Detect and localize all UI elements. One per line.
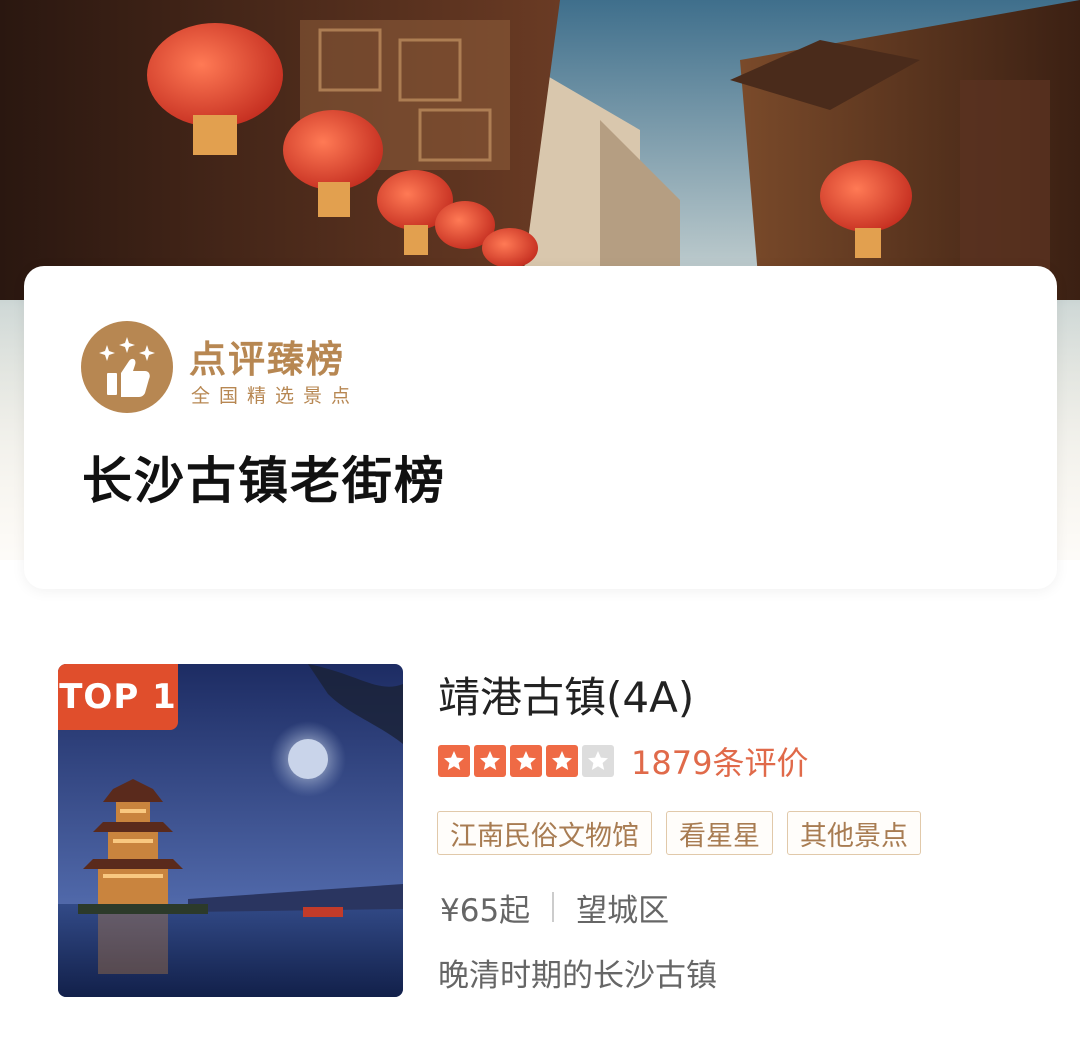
page-title: 长沙古镇老街榜: [82, 452, 446, 510]
meta-row: ¥65起 望城区: [440, 885, 669, 929]
ranking-header-card: 点评臻榜 全国精选景点 长沙古镇老街榜: [24, 266, 1057, 589]
brand-subtitle: 全国精选景点: [191, 385, 360, 407]
item-price: ¥65起: [440, 892, 531, 929]
brand-name: 点评臻榜: [189, 338, 345, 381]
item-title[interactable]: 靖港古镇(4A): [438, 664, 694, 725]
tag-item[interactable]: 看星星: [666, 811, 773, 855]
tag-list: 江南民俗文物馆 看星星 其他景点: [437, 811, 921, 855]
star-icon: [582, 745, 614, 777]
item-thumbnail[interactable]: TOP 1: [58, 664, 403, 997]
thumbs-up-stars-icon: [81, 321, 173, 413]
star-icon: [546, 745, 578, 777]
rating-row: 1879条评价: [438, 742, 808, 782]
review-count[interactable]: 1879条评价: [631, 738, 808, 784]
rank-badge: TOP 1: [58, 664, 178, 730]
brand-block: 点评臻榜 全国精选景点: [81, 321, 401, 413]
star-rating: [438, 745, 614, 777]
item-district: 望城区: [576, 892, 670, 929]
star-icon: [438, 745, 470, 777]
item-description: 晚清时期的长沙古镇: [438, 958, 717, 994]
tag-item[interactable]: 其他景点: [787, 811, 921, 855]
star-icon: [474, 745, 506, 777]
star-icon: [510, 745, 542, 777]
divider: [552, 892, 555, 922]
tag-item[interactable]: 江南民俗文物馆: [437, 811, 652, 855]
